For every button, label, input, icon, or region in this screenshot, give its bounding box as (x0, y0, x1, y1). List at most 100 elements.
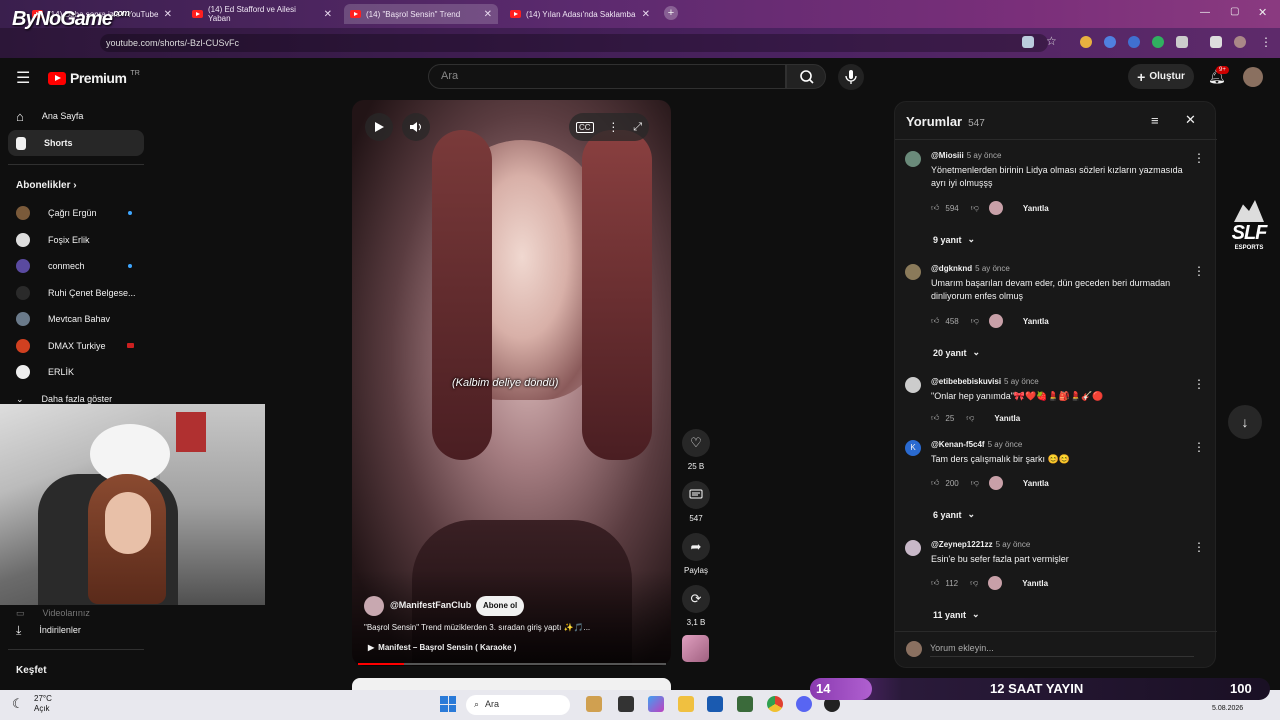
reply-button[interactable]: Yanıtla (1023, 204, 1049, 213)
subscribe-button[interactable]: Abone ol (476, 596, 525, 616)
commenter-handle[interactable]: @Zeynep1221zz 5 ay önce (931, 540, 1030, 549)
extension-icon[interactable] (1104, 36, 1116, 48)
thumbs-down-icon[interactable]: 👎︎ (971, 316, 979, 326)
sidebar-item-shorts[interactable]: Shorts (8, 130, 144, 156)
taskbar-app-icon[interactable] (586, 696, 602, 712)
sidebar-item-home[interactable]: ⌂ Ana Sayfa (8, 103, 144, 129)
close-icon[interactable]: ✕ (484, 9, 492, 20)
close-icon[interactable]: ✕ (164, 9, 172, 20)
play-button[interactable] (365, 113, 393, 141)
remix-button[interactable]: ⟳ (682, 585, 710, 613)
thumbs-up-icon[interactable]: 👍︎ (931, 203, 939, 213)
copilot-icon[interactable] (648, 696, 664, 712)
thumbs-up-icon[interactable]: 👍︎ (931, 578, 939, 588)
channel-name[interactable]: @ManifestFanClub (390, 600, 471, 610)
thumbs-down-icon[interactable]: 👎︎ (970, 578, 978, 588)
hamburger-menu-icon[interactable]: ☰ (16, 68, 30, 88)
thumbs-down-icon[interactable]: 👎︎ (971, 478, 979, 488)
song-link[interactable]: ▶ Manifest – Başrol Sensin ( Karaoke ) (368, 643, 516, 652)
tab-3-active[interactable]: (14) "Başrol Sensin" Trend ✕ (344, 4, 498, 24)
file-explorer-icon[interactable] (678, 696, 694, 712)
maximize-button[interactable]: ▢ (1230, 6, 1239, 17)
tab-search-icon[interactable] (1210, 36, 1222, 48)
commenter-handle[interactable]: @dgknknd 5 ay önce (931, 264, 1010, 273)
minimize-button[interactable]: — (1200, 7, 1210, 18)
window-close-button[interactable]: ✕ (1258, 6, 1267, 19)
commenter-handle[interactable]: @Miosiii 5 ay önce (931, 151, 1001, 160)
reply-button[interactable]: Yanıtla (994, 414, 1020, 423)
sidebar-item-subscription[interactable]: DMAX Turkiye (8, 333, 144, 359)
more-options-icon[interactable]: ⋮ (1193, 377, 1205, 391)
thumbs-up-icon[interactable]: 👍︎ (931, 316, 939, 326)
taskbar-app-icon[interactable] (737, 696, 753, 712)
share-button[interactable]: ➦ (682, 533, 710, 561)
voice-search-button[interactable] (838, 64, 864, 90)
reply-button[interactable]: Yanıtla (1023, 317, 1049, 326)
captions-icon[interactable]: CC (575, 121, 594, 133)
extension-icon[interactable] (1152, 36, 1164, 48)
comments-button[interactable] (682, 481, 710, 509)
volume-button[interactable] (402, 113, 430, 141)
view-replies-button[interactable]: 6 yanıt ⌄ (933, 509, 975, 520)
commenter-handle[interactable]: @etibebebiskuvisi 5 ay önce (931, 377, 1039, 386)
sidebar-item-subscription[interactable]: Mevtcan Bahav (8, 306, 144, 332)
taskbar-search[interactable]: ⌕ Ara (466, 695, 570, 715)
close-icon[interactable]: ✕ (1185, 112, 1196, 128)
sidebar-item-subscription[interactable]: conmech (8, 253, 144, 279)
new-tab-button[interactable]: + (664, 6, 678, 20)
url-field[interactable]: youtube.com/shorts/-Bzl-CUSvFc (100, 34, 1048, 52)
tab-4[interactable]: (14) Yılan Adası'nda Saklamba ✕ (504, 4, 656, 24)
tab-2[interactable]: (14) Ed Stafford ve Ailesi Yaban ✕ (186, 4, 338, 24)
close-icon[interactable]: ✕ (642, 9, 650, 20)
commenter-avatar[interactable]: K (905, 440, 921, 456)
more-options-icon[interactable]: ⋮ (1193, 264, 1205, 278)
more-options-icon[interactable]: ⋮ (1193, 540, 1205, 554)
thumbs-up-icon[interactable]: 👍︎ (931, 413, 939, 423)
bookmark-star-icon[interactable]: ☆ (1046, 34, 1057, 48)
view-replies-button[interactable]: 9 yanıt ⌄ (933, 234, 975, 245)
install-icon[interactable] (1022, 36, 1034, 48)
discord-icon[interactable] (796, 696, 812, 712)
store-icon[interactable] (707, 696, 723, 712)
view-replies-button[interactable]: 20 yanıt ⌄ (933, 347, 980, 358)
extension-icon[interactable] (1080, 36, 1092, 48)
more-options-icon[interactable]: ⋮ (607, 120, 619, 134)
subscriptions-header[interactable]: Abonelikler › (16, 180, 77, 191)
sidebar-item-subscription[interactable]: Foşix Erlik (8, 227, 144, 253)
weather-widget[interactable]: 27°C Açık (34, 694, 52, 714)
taskbar-app-icon[interactable] (618, 696, 634, 712)
weather-icon[interactable]: ☾ (12, 696, 24, 712)
user-avatar[interactable] (1243, 67, 1263, 87)
commenter-avatar[interactable] (905, 264, 921, 280)
like-button[interactable]: ♡ (682, 429, 710, 457)
fullscreen-icon[interactable]: ⤢ (633, 121, 642, 134)
extensions-puzzle-icon[interactable] (1176, 36, 1188, 48)
search-input[interactable]: Ara (428, 64, 786, 89)
sound-thumbnail[interactable] (682, 635, 709, 662)
commenter-handle[interactable]: @Kenan-f5c4f 5 ay önce (931, 440, 1022, 449)
create-button[interactable]: + Oluştur (1128, 64, 1194, 89)
reply-button[interactable]: Yanıtla (1023, 479, 1049, 488)
scroll-down-button[interactable]: ↓ (1228, 405, 1262, 439)
chrome-icon[interactable] (767, 696, 783, 712)
view-replies-button[interactable]: 11 yanıt ⌄ (933, 609, 980, 620)
sort-icon[interactable]: ≡ (1151, 113, 1159, 128)
sidebar-item-subscription[interactable]: Çağrı Ergün (8, 200, 144, 226)
search-button[interactable] (786, 64, 826, 89)
youtube-premium-logo[interactable]: Premium TR (48, 70, 140, 86)
start-button[interactable] (440, 696, 456, 712)
commenter-avatar[interactable] (905, 540, 921, 556)
reply-button[interactable]: Yanıtla (1022, 579, 1048, 588)
more-options-icon[interactable]: ⋮ (1193, 151, 1205, 165)
sidebar-item-subscription[interactable]: ERLİK (8, 359, 144, 385)
close-icon[interactable]: ✕ (324, 9, 332, 20)
thumbs-down-icon[interactable]: 👎︎ (966, 413, 974, 423)
progress-track[interactable] (358, 663, 666, 665)
channel-avatar[interactable] (364, 596, 384, 616)
sidebar-item-subscription[interactable]: Ruhi Çenet Belgese... (8, 280, 144, 306)
profile-avatar[interactable] (1234, 36, 1246, 48)
commenter-avatar[interactable] (905, 151, 921, 167)
menu-dots-icon[interactable]: ⋮ (1260, 35, 1272, 49)
commenter-avatar[interactable] (905, 377, 921, 393)
thumbs-up-icon[interactable]: 👍︎ (931, 478, 939, 488)
